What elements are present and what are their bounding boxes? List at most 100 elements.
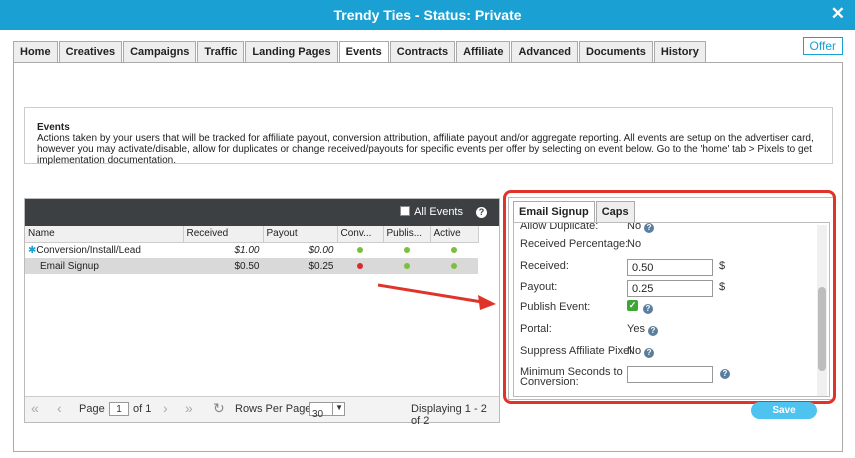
tab-contracts[interactable]: Contracts bbox=[389, 41, 456, 62]
allow-duplicate-text: No bbox=[627, 222, 642, 232]
rows-per-page-value: 30 bbox=[312, 409, 324, 420]
payout-label: Payout: bbox=[520, 281, 558, 293]
status-dot-icon bbox=[451, 262, 457, 269]
help-icon[interactable]: ? bbox=[644, 223, 655, 233]
col-received[interactable]: Received bbox=[183, 226, 264, 243]
tab-email-signup[interactable]: Email Signup bbox=[513, 201, 595, 223]
status-dot-icon bbox=[451, 246, 457, 253]
window-title: Trendy Ties - Status: Private bbox=[333, 7, 522, 23]
prev-page-icon[interactable]: ‹ bbox=[57, 400, 62, 416]
window-titlebar: Trendy Ties - Status: Private ✕ bbox=[0, 0, 855, 30]
row-conv-status bbox=[337, 242, 383, 258]
tab-home[interactable]: Home bbox=[13, 41, 58, 62]
event-detail-panel: Email Signup Caps Allow Duplicate: No? R… bbox=[508, 197, 835, 400]
help-icon[interactable]: ? bbox=[644, 348, 655, 358]
detail-tabs: Email Signup Caps bbox=[513, 201, 636, 223]
row-active-status bbox=[430, 242, 478, 258]
help-icon[interactable]: ? bbox=[647, 326, 658, 336]
row-received: $0.50 bbox=[183, 258, 263, 274]
help-icon[interactable]: ? bbox=[643, 304, 653, 314]
row-publish-status bbox=[383, 242, 430, 258]
table-row[interactable]: Email Signup $0.50 $0.25 bbox=[25, 258, 478, 274]
tab-documents[interactable]: Documents bbox=[579, 41, 653, 62]
row-active-status bbox=[430, 258, 478, 274]
all-events-label: All Events bbox=[414, 206, 463, 218]
main-tabs: Home Creatives Campaigns Traffic Landing… bbox=[13, 41, 707, 63]
suppress-pixel-value: No? bbox=[627, 345, 655, 358]
received-input[interactable]: 0.50 bbox=[627, 259, 713, 276]
tab-creatives[interactable]: Creatives bbox=[58, 41, 123, 62]
first-page-icon[interactable]: « bbox=[31, 400, 39, 416]
payout-input[interactable]: 0.25 bbox=[627, 280, 713, 297]
publish-event-checkbox[interactable]: ✓ bbox=[627, 300, 638, 311]
tab-landing-pages[interactable]: Landing Pages bbox=[245, 41, 338, 62]
displaying-count: Displaying 1 - 2 of 2 bbox=[411, 403, 487, 427]
received-percentage-label: Received Percentage: bbox=[520, 238, 629, 250]
events-info-box: Events Actions taken by your users that … bbox=[24, 107, 833, 166]
status-dot-icon bbox=[357, 246, 363, 253]
allow-duplicate-label: Allow Duplicate: bbox=[520, 222, 599, 232]
suppress-pixel-text: No bbox=[627, 345, 642, 357]
tab-campaigns[interactable]: Campaigns bbox=[123, 41, 197, 62]
help-icon[interactable]: ? bbox=[720, 369, 730, 379]
row-name: ✱Conversion/Install/Lead bbox=[25, 242, 183, 258]
detail-scrollbar[interactable] bbox=[817, 225, 827, 396]
tab-affiliate[interactable]: Affiliate bbox=[456, 41, 511, 62]
offer-button[interactable]: Offer bbox=[802, 37, 843, 55]
portal-text: Yes bbox=[627, 323, 645, 335]
page-of-label: of 1 bbox=[133, 403, 152, 415]
portal-value: Yes? bbox=[627, 323, 658, 336]
events-description: Actions taken by your users that will be… bbox=[37, 133, 814, 166]
refresh-icon[interactable]: ↻ bbox=[213, 400, 225, 417]
tab-history[interactable]: History bbox=[653, 41, 706, 62]
row-payout: $0.00 bbox=[308, 244, 334, 256]
last-page-icon[interactable]: » bbox=[185, 400, 193, 416]
min-seconds-input[interactable] bbox=[627, 366, 713, 383]
next-page-icon[interactable]: › bbox=[163, 400, 168, 416]
save-button[interactable]: Save bbox=[751, 402, 817, 419]
received-label: Received: bbox=[520, 260, 569, 272]
status-dot-icon bbox=[403, 246, 410, 253]
rows-per-page-select[interactable]: 30 ▼ bbox=[309, 402, 345, 420]
pager: « ‹ Page 1 of 1 › » ↻ Rows Per Page: 30 ▼… bbox=[25, 396, 499, 427]
chevron-down-icon: ▼ bbox=[332, 403, 343, 415]
portal-label: Portal: bbox=[520, 323, 552, 335]
received-unit: $ bbox=[719, 260, 726, 272]
tab-caps[interactable]: Caps bbox=[595, 201, 635, 222]
page-input[interactable]: 1 bbox=[109, 402, 129, 416]
scrollbar-thumb[interactable] bbox=[818, 287, 826, 371]
row-name-text: Conversion/Install/Lead bbox=[36, 244, 141, 256]
row-name: Email Signup bbox=[25, 258, 183, 274]
suppress-pixel-label: Suppress Affiliate Pixel: bbox=[520, 345, 635, 357]
close-icon[interactable]: ✕ bbox=[831, 4, 845, 24]
col-active[interactable]: Active bbox=[430, 226, 479, 243]
row-conv-status bbox=[337, 258, 383, 274]
col-name[interactable]: Name bbox=[25, 226, 184, 243]
col-payout[interactable]: Payout bbox=[263, 226, 338, 243]
status-dot-icon bbox=[357, 262, 363, 269]
received-percentage-value: No bbox=[627, 238, 642, 250]
tab-advanced[interactable]: Advanced bbox=[511, 41, 579, 62]
detail-form: Allow Duplicate: No? Received Percentage… bbox=[513, 222, 830, 397]
tab-traffic[interactable]: Traffic bbox=[197, 41, 245, 62]
events-grid: All Events ? Name Received Payout Conv..… bbox=[24, 198, 500, 427]
payout-unit: $ bbox=[719, 281, 726, 293]
rows-per-page-label: Rows Per Page: bbox=[235, 403, 315, 415]
all-events-toggle[interactable]: All Events bbox=[400, 206, 463, 218]
page-label: Page bbox=[79, 403, 105, 415]
col-publish[interactable]: Publis... bbox=[383, 226, 431, 243]
grid-toolbar: All Events ? bbox=[25, 199, 499, 226]
min-seconds-label-2: Conversion: bbox=[520, 376, 579, 388]
col-conversion[interactable]: Conv... bbox=[337, 226, 384, 243]
table-row[interactable]: ✱Conversion/Install/Lead $1.00 $0.00 bbox=[25, 242, 478, 258]
events-table: Name Received Payout Conv... Publis... A… bbox=[25, 226, 479, 274]
all-events-checkbox[interactable] bbox=[400, 206, 411, 216]
help-icon[interactable]: ? bbox=[476, 207, 487, 218]
tab-events[interactable]: Events bbox=[338, 41, 389, 63]
publish-event-label: Publish Event: bbox=[520, 301, 591, 313]
row-received: $1.00 bbox=[234, 244, 260, 256]
events-heading: Events bbox=[37, 122, 70, 133]
row-publish-status bbox=[383, 258, 430, 274]
row-payout: $0.25 bbox=[263, 258, 337, 274]
allow-duplicate-value: No? bbox=[627, 222, 655, 233]
